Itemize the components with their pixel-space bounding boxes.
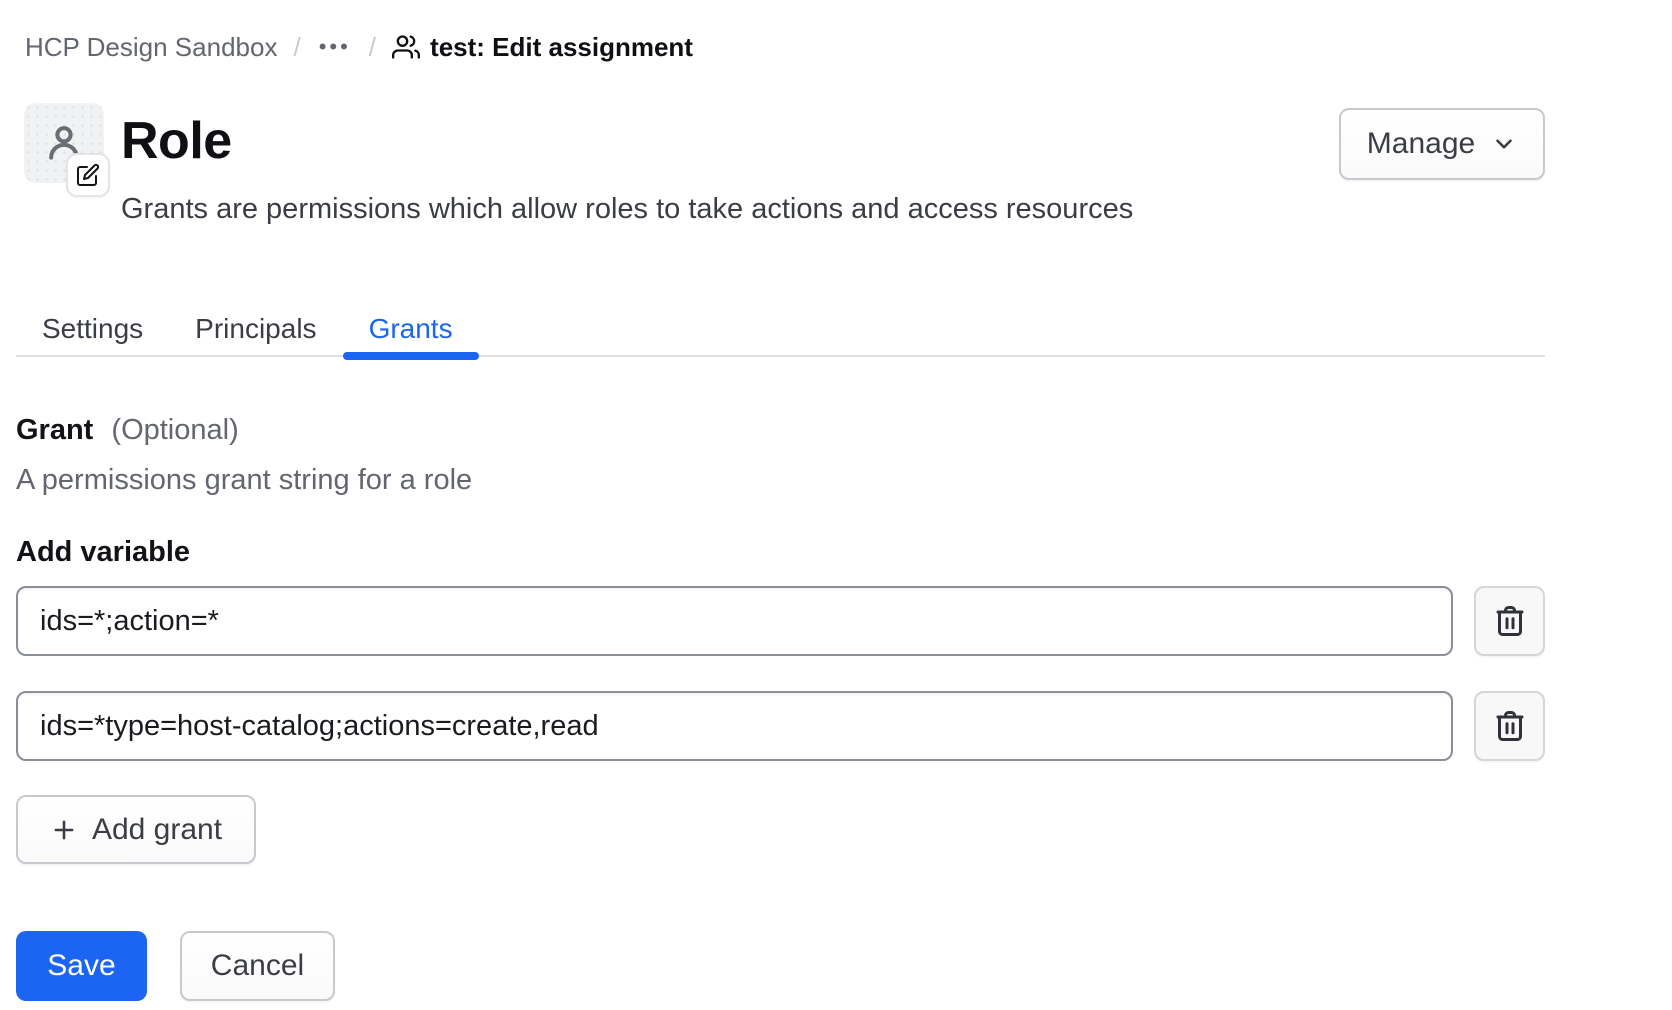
breadcrumb: HCP Design Sandbox / ••• / test: Edit as… <box>25 32 1672 62</box>
delete-grant-button-2[interactable] <box>1474 691 1545 761</box>
users-icon <box>392 33 420 61</box>
page-header: Role Grants are permissions which allow … <box>16 103 1545 224</box>
edit-avatar-button[interactable] <box>66 153 110 197</box>
breadcrumb-current-label: test: Edit assignment <box>430 32 693 63</box>
cancel-button[interactable]: Cancel <box>180 931 335 1001</box>
breadcrumb-separator: / <box>293 32 300 63</box>
grant-optional-label: (Optional) <box>111 414 238 446</box>
page-description: Grants are permissions which allow roles… <box>121 194 1339 224</box>
tab-principals[interactable]: Principals <box>169 315 342 355</box>
breadcrumb-separator: / <box>369 32 376 63</box>
grant-label-row: Grant (Optional) <box>16 416 1545 445</box>
edit-pencil-icon <box>76 163 100 187</box>
grant-input-2[interactable] <box>16 691 1453 761</box>
plus-icon <box>50 816 78 844</box>
breadcrumb-item-root[interactable]: HCP Design Sandbox <box>25 32 277 63</box>
add-grant-button-label: Add grant <box>92 813 222 847</box>
grant-help-text: A permissions grant string for a role <box>16 465 1545 495</box>
tab-settings[interactable]: Settings <box>16 315 169 355</box>
add-variable-label: Add variable <box>16 538 1545 567</box>
tab-grants[interactable]: Grants <box>343 315 479 355</box>
chevron-down-icon <box>1491 131 1517 157</box>
title-block: Role Grants are permissions which allow … <box>104 103 1339 224</box>
delete-grant-button-1[interactable] <box>1474 586 1545 656</box>
role-avatar-wrap <box>24 103 104 183</box>
manage-button-label: Manage <box>1367 127 1475 161</box>
grant-row <box>16 586 1545 656</box>
tabs: Settings Principals Grants <box>16 315 1545 357</box>
grant-input-1[interactable] <box>16 586 1453 656</box>
breadcrumb-ellipsis[interactable]: ••• <box>317 34 353 60</box>
grant-label: Grant <box>16 414 93 446</box>
form-actions: Save Cancel <box>16 931 1545 1001</box>
trash-icon <box>1492 603 1528 639</box>
breadcrumb-item-current: test: Edit assignment <box>392 32 693 63</box>
save-button[interactable]: Save <box>16 931 147 1001</box>
grant-row <box>16 691 1545 761</box>
page-title: Role <box>121 113 1339 169</box>
manage-button[interactable]: Manage <box>1339 108 1545 180</box>
add-grant-button[interactable]: Add grant <box>16 795 256 864</box>
trash-icon <box>1492 708 1528 744</box>
